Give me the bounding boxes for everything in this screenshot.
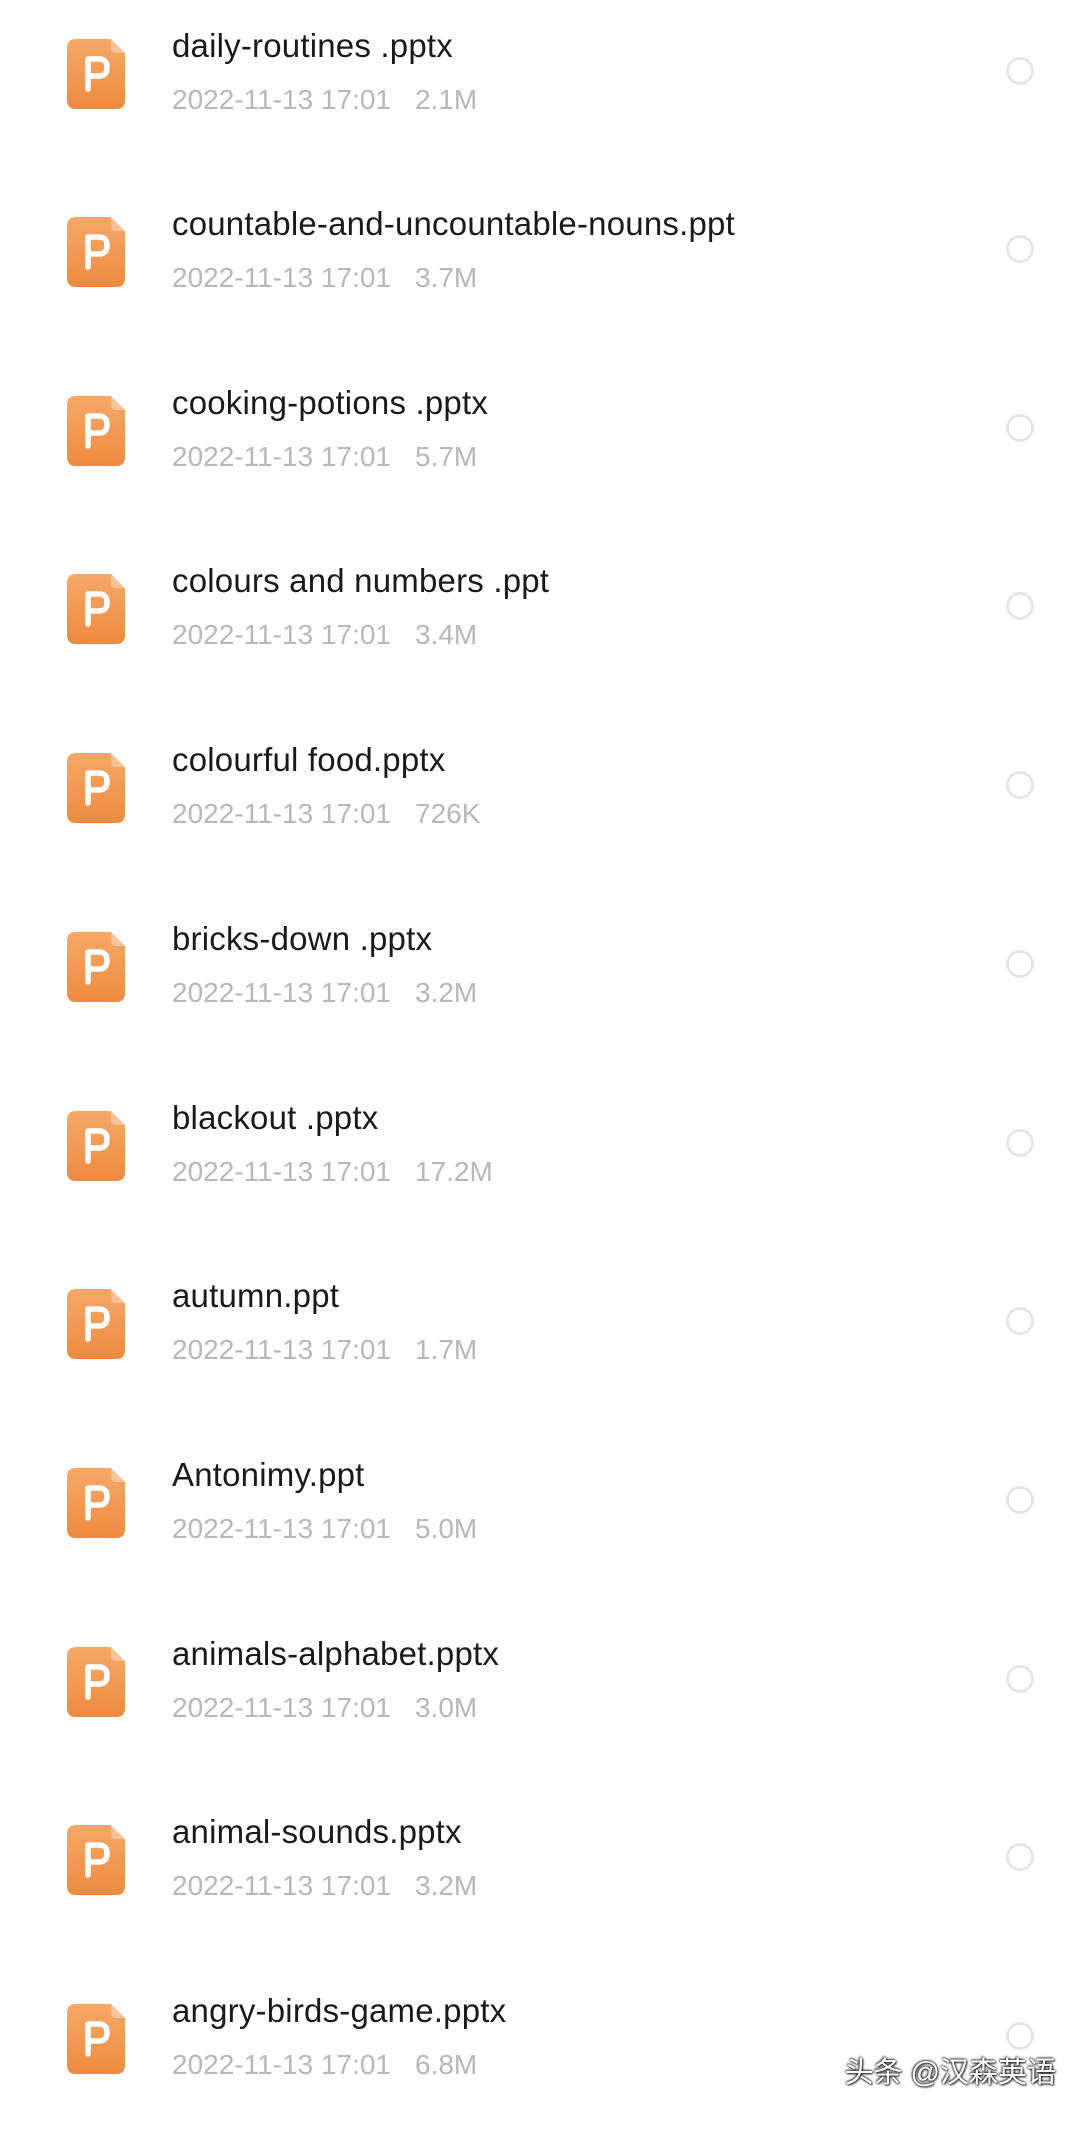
file-list-item[interactable]: animals-alphabet.pptx 2022-11-13 17:01 3.… [0,1608,1080,1788]
select-radio[interactable] [1006,1307,1034,1335]
file-date: 2022-11-13 17:01 [172,619,391,650]
ppt-file-icon [67,39,125,109]
select-radio[interactable] [1006,1843,1034,1871]
file-meta: 2022-11-13 17:01 726K [172,796,480,832]
file-name: angry-birds-game.pptx [172,1992,507,2029]
file-size: 2.1M [415,84,478,115]
file-size: 3.2M [415,1870,478,1901]
file-name: bricks-down .pptx [172,920,433,957]
file-meta: 2022-11-13 17:01 3.2M [172,1868,477,1904]
ppt-file-icon [67,1289,125,1359]
ppt-file-icon [67,753,125,823]
file-date: 2022-11-13 17:01 [172,1156,391,1187]
file-meta: 2022-11-13 17:01 6.8M [172,2047,477,2083]
select-radio[interactable] [1006,1129,1034,1157]
file-name: blackout .pptx [172,1099,379,1136]
file-name: animal-sounds.pptx [172,1813,462,1850]
file-meta: 2022-11-13 17:01 1.7M [172,1332,477,1368]
file-size: 5.7M [415,441,478,472]
ppt-file-icon [67,574,125,644]
select-radio[interactable] [1006,57,1034,85]
file-date: 2022-11-13 17:01 [172,798,391,829]
file-meta: 2022-11-13 17:01 2.1M [172,82,477,118]
select-radio[interactable] [1006,2022,1034,2050]
file-list-item[interactable]: bricks-down .pptx 2022-11-13 17:01 3.2M [0,893,1080,1073]
file-name: daily-routines .pptx [172,27,453,64]
ppt-file-icon [67,396,125,466]
ppt-file-icon [67,1825,125,1895]
file-name: autumn.ppt [172,1277,340,1314]
file-size: 3.0M [415,1692,478,1723]
file-name: colours and numbers .ppt [172,562,550,599]
file-list-item[interactable]: countable-and-uncountable-nouns.ppt 2022… [0,178,1080,358]
ppt-file-icon [67,217,125,287]
select-radio[interactable] [1006,1665,1034,1693]
file-size: 5.0M [415,1513,478,1544]
file-name: Antonimy.ppt [172,1456,365,1493]
file-size: 3.4M [415,619,478,650]
ppt-file-icon [67,1111,125,1181]
file-date: 2022-11-13 17:01 [172,441,391,472]
file-meta: 2022-11-13 17:01 3.7M [172,260,477,296]
file-list-item[interactable]: colours and numbers .ppt 2022-11-13 17:0… [0,535,1080,715]
file-list-item[interactable]: Antonimy.ppt 2022-11-13 17:01 5.0M [0,1429,1080,1609]
file-name: countable-and-uncountable-nouns.ppt [172,205,735,242]
file-meta: 2022-11-13 17:01 3.4M [172,617,477,653]
watermark-text: 头条 @汉森英语 [844,2057,1057,2089]
file-meta: 2022-11-13 17:01 5.7M [172,439,477,475]
file-name: animals-alphabet.pptx [172,1635,500,1672]
file-name: cooking-potions .pptx [172,384,489,421]
file-list-item[interactable]: blackout .pptx 2022-11-13 17:01 17.2M [0,1072,1080,1252]
ppt-file-icon [67,2004,125,2074]
file-date: 2022-11-13 17:01 [172,1692,391,1723]
select-radio[interactable] [1006,414,1034,442]
file-date: 2022-11-13 17:01 [172,1870,391,1901]
select-radio[interactable] [1006,771,1034,799]
select-radio[interactable] [1006,950,1034,978]
file-date: 2022-11-13 17:01 [172,262,391,293]
file-size: 726K [415,798,481,829]
file-list-item[interactable]: animal-sounds.pptx 2022-11-13 17:01 3.2M [0,1786,1080,1966]
file-list: daily-routines .pptx 2022-11-13 17:01 2.1… [0,0,1080,2103]
file-date: 2022-11-13 17:01 [172,1334,391,1365]
select-radio[interactable] [1006,592,1034,620]
ppt-file-icon [67,1647,125,1717]
file-list-item[interactable]: daily-routines .pptx 2022-11-13 17:01 2.1… [0,0,1080,180]
file-size: 6.8M [415,2049,478,2080]
file-size: 3.2M [415,977,478,1008]
file-list-item[interactable]: cooking-potions .pptx 2022-11-13 17:01 5.… [0,357,1080,537]
select-radio[interactable] [1006,235,1034,263]
file-date: 2022-11-13 17:01 [172,84,391,115]
select-radio[interactable] [1006,1486,1034,1514]
file-size: 1.7M [415,1334,478,1365]
file-size: 17.2M [415,1156,493,1187]
file-name: colourful food.pptx [172,741,446,778]
file-list-item[interactable]: colourful food.pptx 2022-11-13 17:01 726K [0,714,1080,894]
file-meta: 2022-11-13 17:01 3.2M [172,975,477,1011]
file-date: 2022-11-13 17:01 [172,1513,391,1544]
ppt-file-icon [67,1468,125,1538]
file-list-item[interactable]: autumn.ppt 2022-11-13 17:01 1.7M [0,1250,1080,1430]
file-date: 2022-11-13 17:01 [172,977,391,1008]
file-meta: 2022-11-13 17:01 5.0M [172,1511,477,1547]
file-meta: 2022-11-13 17:01 17.2M [172,1154,493,1190]
file-date: 2022-11-13 17:01 [172,2049,391,2080]
file-size: 3.7M [415,262,478,293]
file-meta: 2022-11-13 17:01 3.0M [172,1690,477,1726]
ppt-file-icon [67,932,125,1002]
